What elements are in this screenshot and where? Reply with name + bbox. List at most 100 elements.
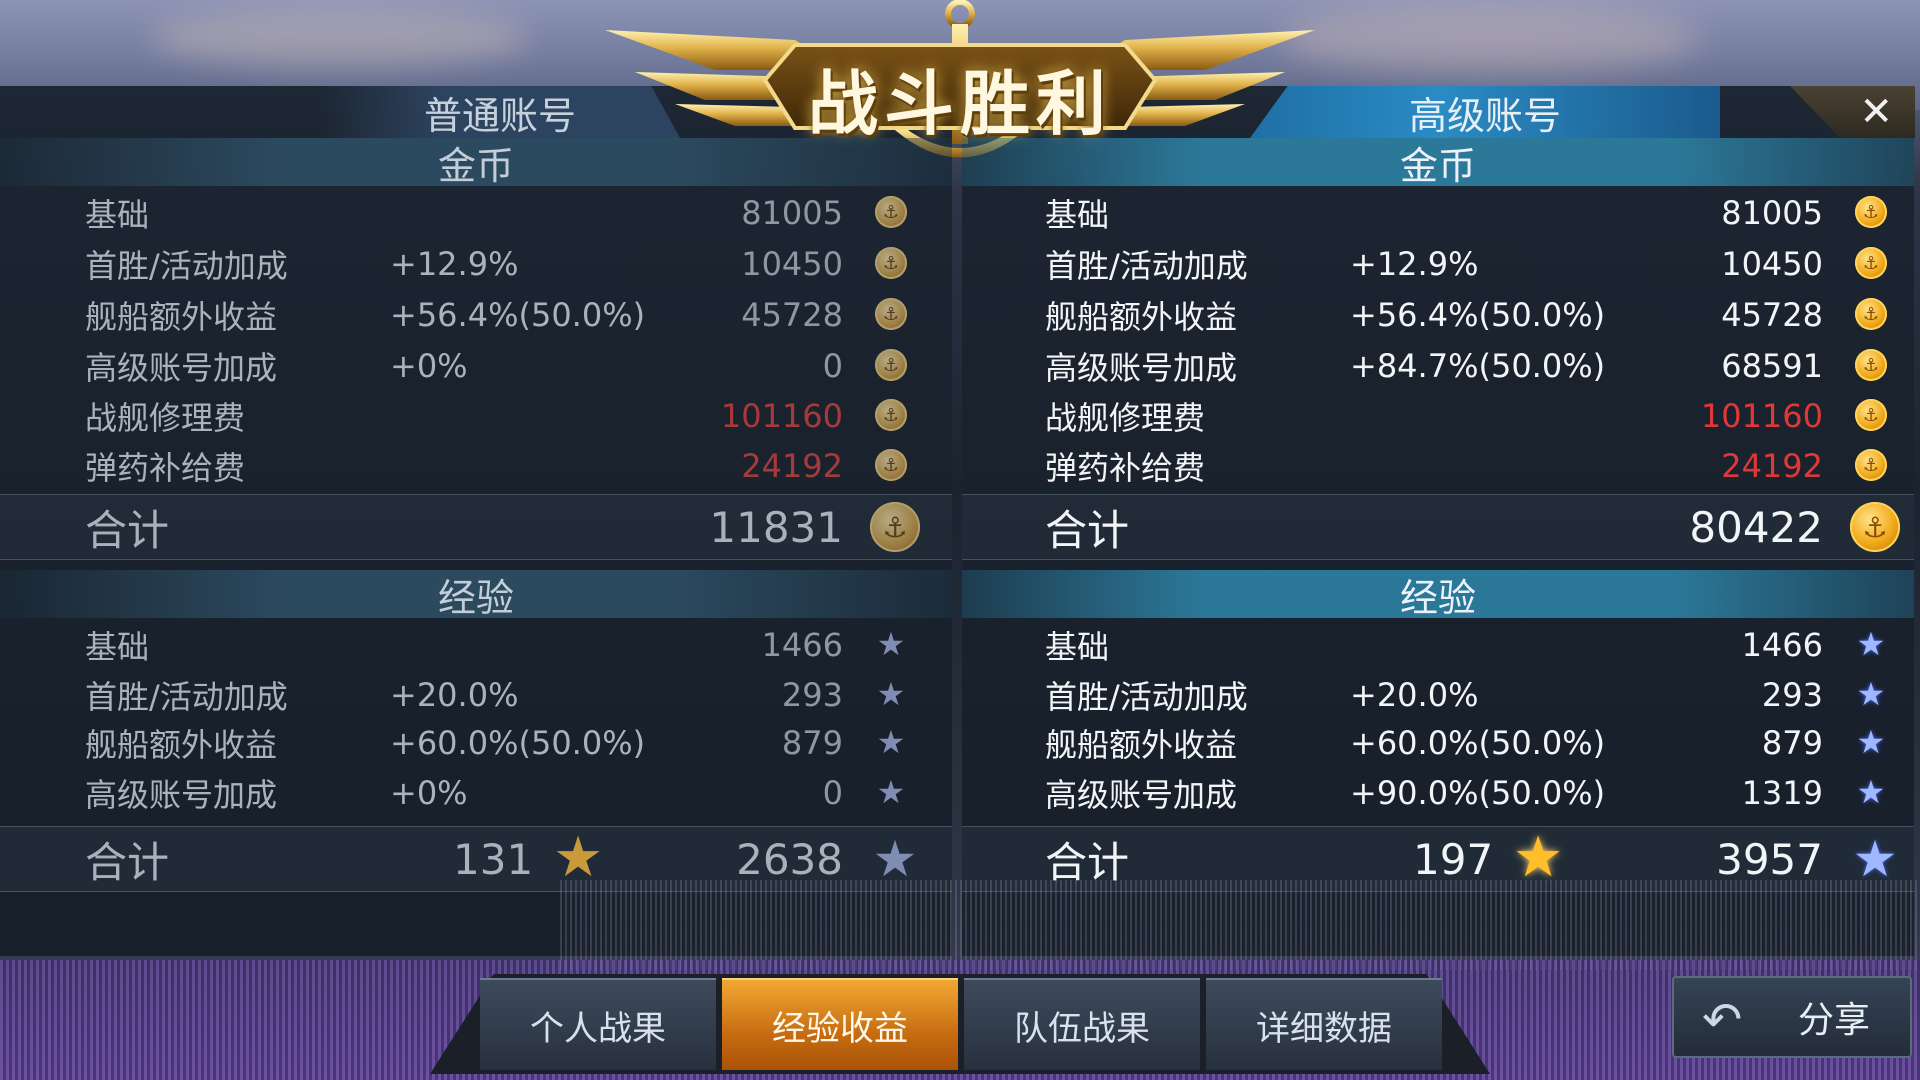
row-label: 基础 [85, 196, 150, 234]
row-label: 高级账号加成 [1045, 349, 1238, 387]
coin-icon: ⚓ [875, 247, 907, 279]
coin-icon: ⚓ [875, 449, 907, 481]
coin-icon: ⚓ [1855, 298, 1887, 330]
total-value: 11831 [709, 502, 843, 552]
row-value: 1466 [761, 626, 843, 664]
row-value: 10450 [741, 245, 843, 283]
coin-icon: ⚓ [1855, 349, 1887, 381]
row-percent: +90.0%(50.0%) [1350, 774, 1606, 812]
list-item: 高级账号加成 +0% 0 ★ [85, 768, 935, 818]
share-label: 分享 [1797, 1000, 1870, 1041]
exp-star-icon: ★ [876, 773, 906, 811]
list-item: 舰船额外收益 +60.0%(50.0%) 879 ★ [85, 718, 935, 768]
coin-icon: ⚓ [870, 502, 920, 552]
row-value: 45728 [741, 296, 843, 334]
exp-star-icon: ★ [1856, 625, 1886, 663]
row-value: 101160 [720, 397, 843, 435]
exp-star-icon: ★ [1852, 830, 1898, 888]
normal-gold-total: 合计 11831 ⚓ [85, 496, 935, 558]
row-percent: +0% [390, 774, 468, 812]
exp-star-icon: ★ [876, 675, 906, 713]
bonus-star-icon: ★ [1513, 825, 1564, 890]
total-label: 合计 [1045, 505, 1130, 555]
row-label: 高级账号加成 [1045, 776, 1238, 814]
row-label: 基础 [1045, 196, 1110, 234]
row-label: 弹药补给费 [1045, 449, 1206, 487]
exp-star-icon: ★ [876, 723, 906, 761]
row-value: 879 [781, 724, 843, 762]
list-item: 舰船额外收益 +56.4%(50.0%) 45728 ⚓ [1045, 290, 1915, 340]
coin-icon: ⚓ [1855, 196, 1887, 228]
list-item: 首胜/活动加成 +20.0% 293 ★ [1045, 670, 1915, 720]
row-value: 68591 [1721, 347, 1823, 385]
list-item: 战舰修理费 101160 ⚓ [85, 391, 935, 441]
total-value: 80422 [1689, 502, 1823, 552]
row-percent: +12.9% [390, 245, 519, 283]
row-label: 弹药补给费 [85, 449, 246, 487]
coin-icon: ⚓ [875, 399, 907, 431]
row-percent: +0% [390, 347, 468, 385]
tab-detailed-data[interactable]: 详细数据 [1206, 978, 1442, 1070]
row-value: 24192 [741, 447, 843, 485]
row-label: 舰船额外收益 [1045, 298, 1238, 336]
row-label: 首胜/活动加成 [85, 247, 288, 285]
share-arrow-icon: ↶ [1702, 992, 1743, 1048]
total-label: 合计 [85, 837, 170, 887]
list-item: 基础 81005 ⚓ [85, 188, 935, 238]
row-percent: +20.0% [1350, 676, 1479, 714]
row-value: 45728 [1721, 296, 1823, 334]
premium-gold-section-header: 金币 [962, 138, 1914, 188]
row-percent: +60.0%(50.0%) [390, 724, 646, 762]
exp-star-icon: ★ [876, 625, 906, 663]
coin-icon: ⚓ [1855, 247, 1887, 279]
tab-exp-earnings[interactable]: 经验收益 [722, 978, 958, 1070]
list-item: 首胜/活动加成 +12.9% 10450 ⚓ [1045, 239, 1915, 289]
coin-icon: ⚓ [1855, 399, 1887, 431]
row-percent: +20.0% [390, 676, 519, 714]
normal-gold-section-header: 金币 [0, 138, 952, 188]
total-value: 3957 [1716, 834, 1823, 884]
row-value: 0 [822, 774, 843, 812]
share-button[interactable]: ↶ 分享 [1672, 976, 1912, 1058]
victory-title: 战斗胜利 [808, 63, 1112, 145]
list-item: 基础 1466 ★ [85, 620, 935, 670]
row-value: 1319 [1741, 774, 1823, 812]
premium-exp-section-header: 经验 [962, 570, 1914, 620]
row-value: 24192 [1721, 447, 1823, 485]
row-value: 81005 [741, 194, 843, 232]
exp-star-icon: ★ [1856, 773, 1886, 811]
tab-personal-results[interactable]: 个人战果 [480, 978, 716, 1070]
bonus-star-icon: ★ [553, 825, 604, 890]
row-label: 高级账号加成 [85, 776, 278, 814]
premium-gold-total: 合计 80422 ⚓ [1045, 496, 1915, 558]
row-value: 10450 [1721, 245, 1823, 283]
tab-team-results[interactable]: 队伍战果 [964, 978, 1200, 1070]
list-item: 战舰修理费 101160 ⚓ [1045, 391, 1915, 441]
row-label: 基础 [85, 628, 150, 666]
row-percent: +12.9% [1350, 245, 1479, 283]
list-item: 舰船额外收益 +56.4%(50.0%) 45728 ⚓ [85, 290, 935, 340]
list-item: 高级账号加成 +0% 0 ⚓ [85, 341, 935, 391]
coin-icon: ⚓ [875, 196, 907, 228]
list-item: 基础 1466 ★ [1045, 620, 1915, 670]
row-label: 舰船额外收益 [85, 726, 278, 764]
coin-icon: ⚓ [875, 298, 907, 330]
row-percent: +60.0%(50.0%) [1350, 724, 1606, 762]
row-value: 1466 [1741, 626, 1823, 664]
row-label: 首胜/活动加成 [85, 678, 288, 716]
list-item: 高级账号加成 +84.7%(50.0%) 68591 ⚓ [1045, 341, 1915, 391]
row-percent: +84.7%(50.0%) [1350, 347, 1606, 385]
row-label: 战舰修理费 [85, 399, 246, 437]
list-item: 基础 81005 ⚓ [1045, 188, 1915, 238]
row-percent: +56.4%(50.0%) [390, 296, 646, 334]
exp-star-icon: ★ [1856, 675, 1886, 713]
coin-icon: ⚓ [1850, 502, 1900, 552]
bonus-total-value: 197 [1413, 834, 1494, 884]
exp-star-icon: ★ [872, 830, 918, 888]
row-label: 舰船额外收益 [1045, 726, 1238, 764]
row-label: 首胜/活动加成 [1045, 247, 1248, 285]
row-value: 0 [822, 347, 843, 385]
row-value: 879 [1761, 724, 1823, 762]
row-label: 基础 [1045, 628, 1110, 666]
list-item: 弹药补给费 24192 ⚓ [85, 441, 935, 491]
